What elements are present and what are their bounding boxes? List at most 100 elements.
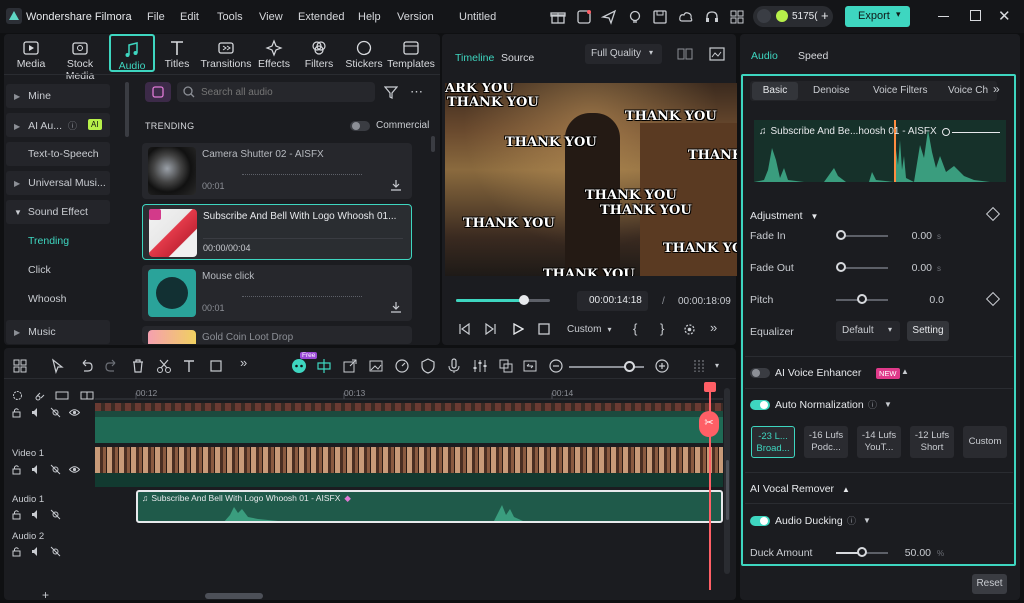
credits-pill[interactable]: 5175( +: [753, 6, 833, 27]
layout-grid-icon[interactable]: [12, 358, 28, 374]
chevron-down-icon[interactable]: ▼: [884, 400, 892, 409]
eye-icon[interactable]: [69, 464, 80, 474]
search-field[interactable]: [201, 85, 366, 99]
export-button[interactable]: Export ▾: [845, 6, 910, 27]
tab-stickers[interactable]: Stickers: [340, 34, 388, 72]
tab-timeline[interactable]: Timeline: [455, 52, 494, 64]
ai-search-button[interactable]: [145, 82, 171, 102]
zoom-knob[interactable]: [624, 361, 635, 372]
link-icon[interactable]: [35, 390, 45, 401]
preview-progress-track[interactable]: [456, 295, 550, 305]
commercial-toggle[interactable]: [350, 121, 370, 131]
stop-icon[interactable]: [538, 323, 550, 335]
speed-dropdown[interactable]: Custom ▾: [561, 321, 613, 339]
mark-in-icon[interactable]: {: [633, 321, 637, 336]
template-icon[interactable]: [576, 9, 592, 25]
duck-amount-value[interactable]: 50.00: [895, 547, 931, 559]
eq-setting-button[interactable]: Setting: [907, 321, 949, 341]
audio-item[interactable]: Gold Coin Loot Drop: [142, 326, 412, 344]
hide-track-icon[interactable]: [50, 509, 61, 520]
pitch-value[interactable]: 0.0: [910, 294, 944, 306]
zoom-in-icon[interactable]: [654, 358, 670, 374]
fade-out-slider[interactable]: [842, 267, 888, 269]
download-icon[interactable]: [390, 179, 402, 191]
download-icon[interactable]: [390, 301, 402, 313]
tab-effects[interactable]: Effects: [250, 34, 298, 72]
text-tool-icon[interactable]: [182, 358, 198, 374]
gift-icon[interactable]: [550, 9, 566, 25]
lock-icon[interactable]: [11, 407, 21, 418]
audio-mixer-icon[interactable]: [472, 358, 488, 374]
audio-1-clip-selected[interactable]: ♫ Subscribe And Bell With Logo Whoosh 01 …: [136, 490, 723, 523]
speed-ramp-icon[interactable]: [394, 358, 410, 374]
search-input[interactable]: [177, 82, 375, 102]
preset-broadcast[interactable]: -23 L... Broad...: [751, 426, 795, 458]
preset-custom[interactable]: Custom: [963, 426, 1007, 458]
save-icon[interactable]: [652, 9, 668, 25]
fade-out-value[interactable]: 0.00: [900, 262, 932, 274]
redo-icon[interactable]: [104, 358, 120, 374]
more-icon[interactable]: ⋯: [410, 84, 423, 100]
hide-track-icon[interactable]: [50, 464, 61, 475]
sidebar-item-tts[interactable]: Text-to-Speech: [6, 142, 110, 166]
more-tools-icon[interactable]: »: [240, 355, 256, 371]
tab-audio-props[interactable]: Audio: [751, 50, 778, 62]
lock-icon[interactable]: [11, 546, 21, 557]
split-icon[interactable]: [316, 358, 332, 374]
play-icon[interactable]: [512, 323, 524, 335]
menu-version[interactable]: Version: [397, 11, 434, 23]
tab-audio[interactable]: Audio: [109, 34, 155, 72]
sidebar-scrollbar[interactable]: [125, 82, 129, 137]
menu-view[interactable]: View: [259, 11, 283, 23]
microphone-icon[interactable]: [446, 358, 462, 374]
settings-gear-icon[interactable]: [683, 323, 696, 336]
sidebar-item-trending[interactable]: Trending: [6, 229, 110, 253]
mark-out-icon[interactable]: }: [660, 321, 664, 336]
menu-file[interactable]: File: [147, 11, 165, 23]
grid-view-icon[interactable]: [677, 48, 693, 60]
split-scissors-icon[interactable]: ✂: [699, 411, 719, 437]
tab-transitions[interactable]: Transitions: [200, 34, 252, 72]
fade-in-slider[interactable]: [842, 235, 888, 237]
snapshot-icon[interactable]: [709, 47, 725, 61]
sidebar-item-music[interactable]: ▶ Music: [6, 320, 110, 344]
cloud-upload-icon[interactable]: [678, 9, 694, 25]
fit-icon[interactable]: [522, 358, 538, 374]
delete-icon[interactable]: [130, 358, 146, 374]
menu-tools[interactable]: Tools: [217, 11, 243, 23]
minimize-icon[interactable]: [938, 16, 949, 17]
current-time[interactable]: 00:00:14:18: [577, 291, 648, 311]
audio-ducking-toggle[interactable]: [750, 516, 770, 526]
more-controls-icon[interactable]: »: [710, 320, 717, 335]
sidebar-item-whoosh[interactable]: Whoosh: [6, 287, 110, 311]
close-icon[interactable]: ✕: [998, 7, 1011, 25]
zoom-out-icon[interactable]: [548, 358, 564, 374]
crop-icon[interactable]: [208, 358, 224, 374]
pitch-knob[interactable]: [857, 294, 867, 304]
maximize-icon[interactable]: [970, 10, 981, 21]
quality-dropdown[interactable]: Full Quality ▾: [585, 44, 662, 64]
sidebar-item-sound-effect[interactable]: ▼ Sound Effect: [6, 200, 110, 224]
sidebar-item-mine[interactable]: ▶ Mine: [6, 84, 110, 108]
preset-youtube[interactable]: -14 Lufs YouT...: [857, 426, 901, 458]
speaker-icon[interactable]: [31, 407, 41, 417]
timeline-ruler[interactable]: [95, 382, 723, 400]
video-preview[interactable]: ARK YOUTHANK YOUTHANK YOUTHANK YOUTHANKT…: [445, 83, 737, 276]
apps-grid-icon[interactable]: [729, 9, 745, 25]
filter-icon[interactable]: [384, 85, 398, 99]
replace-icon[interactable]: [498, 358, 514, 374]
speaker-icon[interactable]: [31, 546, 41, 556]
fade-in-knob[interactable]: [836, 230, 846, 240]
speaker-icon[interactable]: [31, 509, 41, 519]
timeline-h-scrollbar[interactable]: [205, 593, 263, 599]
playhead-handle[interactable]: [704, 382, 716, 392]
tab-source[interactable]: Source: [501, 52, 534, 64]
reset-button[interactable]: Reset: [972, 574, 1007, 594]
sub-tab-more-icon[interactable]: »: [993, 82, 1000, 96]
lightbulb-icon[interactable]: [627, 9, 643, 25]
preset-podcast[interactable]: -16 Lufs Podc...: [804, 426, 848, 458]
fade-out-knob[interactable]: [836, 262, 846, 272]
volume-knob[interactable]: [942, 128, 950, 136]
tab-filters[interactable]: Filters: [295, 34, 343, 72]
lock-icon[interactable]: [11, 464, 21, 475]
